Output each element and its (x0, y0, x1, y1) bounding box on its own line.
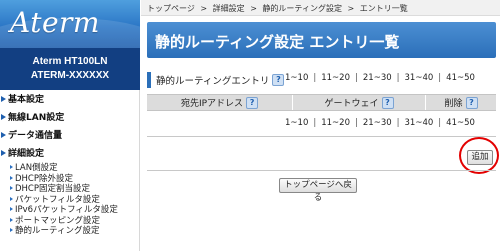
pager-link[interactable]: 11~20 (321, 118, 350, 128)
triangle-right-icon (1, 131, 6, 138)
main-content: トップページ > 詳細設定 > 静的ルーティング設定 > エントリ一覧 静的ルー… (141, 0, 500, 251)
table-header: 宛先IPアドレス ? ゲートウェイ ? 削除 ? (147, 94, 496, 111)
entry-section-header: 静的ルーティングエントリ ? 1~10 | 11~20 | 21~30 | 31… (147, 68, 496, 90)
pager-separator: | (438, 73, 442, 83)
pager-top: 1~10 | 11~20 | 21~30 | 31~40 | 41~50 (285, 73, 475, 83)
triangle-right-icon (10, 186, 13, 191)
sidebar-item-wireless-lan[interactable]: 無線LAN設定 (0, 110, 140, 123)
column-header-label: ゲートウェイ (324, 99, 379, 109)
help-icon[interactable]: ? (272, 74, 285, 86)
column-header-label: 宛先IPアドレス (180, 99, 244, 109)
pager-link[interactable]: 31~40 (405, 73, 434, 83)
pager-separator: | (355, 73, 358, 83)
page-title: 静的ルーティング設定 エントリ一覧 (155, 33, 400, 51)
entry-section-label: 静的ルーティングエントリ ? (147, 72, 285, 88)
pager-link[interactable]: 11~20 (321, 73, 350, 83)
pager-separator: | (313, 118, 317, 128)
pager-separator: | (355, 118, 358, 128)
sidebar-item-label: データ通信量 (8, 131, 63, 141)
divider (147, 136, 496, 137)
breadcrumb-separator: > (250, 4, 257, 13)
pager-link[interactable]: 1~10 (285, 118, 308, 128)
triangle-right-icon (10, 175, 13, 180)
pager-bottom: 1~10 | 11~20 | 21~30 | 31~40 | 41~50 (285, 118, 475, 128)
pager-link[interactable]: 21~30 (363, 118, 392, 128)
pager-separator: | (438, 118, 442, 128)
entry-section-title: 静的ルーティングエントリ (156, 76, 270, 87)
app-root: Aterm Aterm HT100LN ATERM-XXXXXX 基本設定 無線… (0, 0, 500, 251)
sidebar-item-label: 無線LAN設定 (8, 113, 65, 123)
breadcrumb-separator: > (347, 4, 355, 13)
help-icon[interactable]: ? (465, 96, 478, 109)
sidebar-item-label: 基本設定 (8, 95, 45, 105)
triangle-right-icon (1, 113, 6, 120)
triangle-right-icon (1, 95, 6, 102)
triangle-right-icon (10, 196, 13, 201)
device-model-line1: Aterm HT100LN (32, 56, 108, 67)
sidebar-item-label: 詳細設定 (8, 149, 45, 159)
column-header-destination: 宛先IPアドレス ? (147, 95, 293, 110)
pager-separator: | (313, 73, 317, 83)
sidebar-item-advanced[interactable]: 詳細設定 (0, 146, 140, 159)
triangle-right-icon (10, 217, 13, 222)
logo-text: Aterm (10, 6, 100, 39)
column-header-delete: 削除 ? (426, 95, 496, 110)
pager-separator: | (396, 118, 400, 128)
help-icon[interactable]: ? (381, 96, 394, 109)
breadcrumb-separator: > (200, 4, 208, 13)
page-title-bar: 静的ルーティング設定 エントリ一覧 (147, 22, 496, 58)
pager-link[interactable]: 41~50 (446, 118, 475, 128)
breadcrumb-current: エントリ一覧 (359, 4, 408, 13)
sidebar-subitem-static-routing[interactable]: 静的ルーティング設定 (0, 225, 140, 236)
column-header-gateway: ゲートウェイ ? (293, 95, 426, 110)
pager-link[interactable]: 21~30 (363, 73, 392, 83)
back-to-top-button[interactable]: トップページへ戻る (279, 178, 357, 203)
triangle-right-icon (10, 228, 13, 233)
sidebar-item-data-usage[interactable]: データ通信量 (0, 128, 140, 141)
pager-link[interactable]: 1~10 (285, 73, 308, 83)
pager-link[interactable]: 31~40 (405, 118, 434, 128)
add-button[interactable]: 追加 (467, 150, 493, 165)
sidebar-nav: 基本設定 無線LAN設定 データ通信量 詳細設定 LAN側設定 DHCP除外設定 (0, 92, 140, 236)
sidebar-subitem-label: 静的ルーティング設定 (15, 226, 100, 237)
device-model-line2: ATERM-XXXXXX (30, 70, 110, 81)
triangle-right-icon (10, 207, 13, 212)
pager-link[interactable]: 41~50 (446, 73, 475, 83)
triangle-right-icon (10, 165, 13, 170)
column-header-label: 削除 (444, 99, 463, 109)
breadcrumb-static-routing[interactable]: 静的ルーティング設定 (262, 4, 342, 13)
device-model: Aterm HT100LN ATERM-XXXXXX (0, 48, 140, 90)
logo: Aterm (0, 0, 140, 48)
breadcrumb-advanced[interactable]: 詳細設定 (213, 4, 245, 13)
divider (147, 170, 496, 171)
triangle-right-icon (1, 149, 6, 156)
sidebar: Aterm Aterm HT100LN ATERM-XXXXXX 基本設定 無線… (0, 0, 140, 251)
help-icon[interactable]: ? (246, 96, 259, 109)
sidebar-item-basic[interactable]: 基本設定 (0, 92, 140, 105)
pager-separator: | (396, 73, 400, 83)
breadcrumb: トップページ > 詳細設定 > 静的ルーティング設定 > エントリ一覧 (141, 0, 500, 16)
breadcrumb-top[interactable]: トップページ (147, 4, 195, 13)
